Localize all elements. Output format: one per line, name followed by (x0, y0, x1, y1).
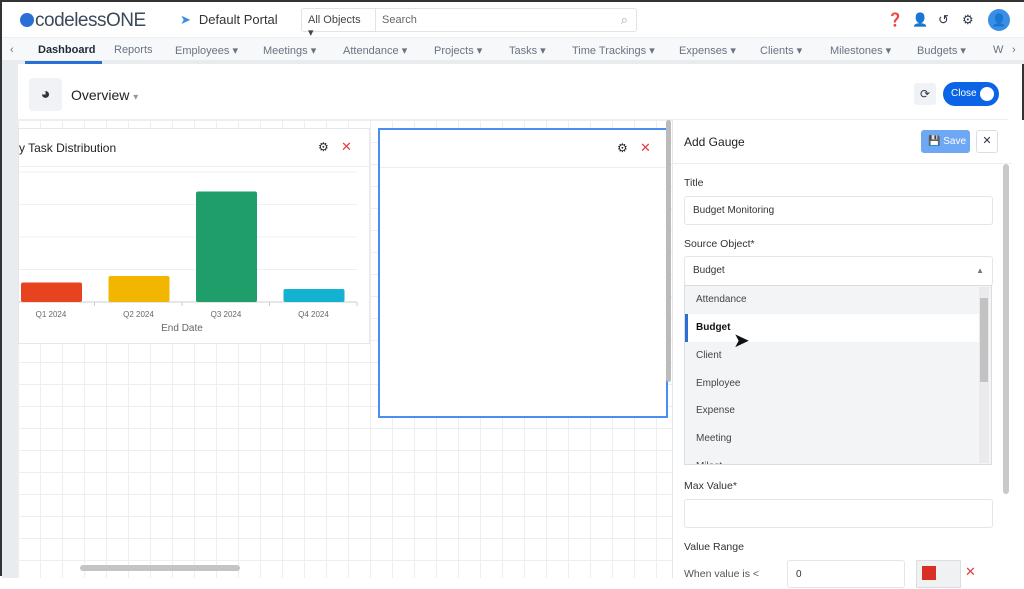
x-tick-label: Q2 2024 (123, 310, 154, 319)
overview-header (18, 68, 1008, 120)
option-employee[interactable]: Employee (685, 370, 980, 398)
tab-time-trackings[interactable]: Time Trackings ▾ (572, 44, 655, 57)
source-object-select[interactable]: Budget ▲ (684, 256, 993, 286)
remove-range-icon[interactable]: ✕ (965, 564, 976, 580)
search-scope-select[interactable]: All Objects ▾ (302, 9, 376, 39)
tab-projects[interactable]: Projects ▾ (434, 44, 482, 57)
bar (21, 282, 82, 302)
option-budget[interactable]: Budget (685, 314, 980, 342)
tab-milestones[interactable]: Milestones ▾ (830, 44, 891, 57)
dropdown-scroll-thumb[interactable] (980, 298, 988, 382)
save-button[interactable]: 💾 Save (921, 130, 970, 153)
refresh-button[interactable]: ⟳ (914, 83, 936, 105)
history-icon[interactable]: ↺ (938, 12, 949, 28)
bar (196, 191, 257, 302)
tab-employees[interactable]: Employees ▾ (175, 44, 238, 57)
tab-meetings[interactable]: Meetings ▾ (263, 44, 316, 57)
x-tick-label: Q1 2024 (36, 310, 67, 319)
max-value-input[interactable] (684, 499, 993, 528)
panel-title: Add Gauge (684, 135, 745, 149)
title-input[interactable]: Budget Monitoring (684, 196, 993, 225)
paper-plane-icon: ➤ (180, 12, 191, 27)
x-tick-label: Q4 2024 (298, 310, 329, 319)
widget-title: y Task Distribution (19, 141, 117, 155)
tab-tasks[interactable]: Tasks ▾ (509, 44, 546, 57)
color-swatch (922, 566, 936, 580)
global-search: All Objects ▾ Search ⌕ (301, 8, 637, 39)
tab-budgets[interactable]: Budgets ▾ (917, 44, 966, 57)
panel-scrollbar[interactable] (1003, 164, 1009, 494)
range-row-label: When value is < (684, 568, 759, 580)
mouse-cursor-icon: ➤ (733, 330, 750, 352)
portal-switcher[interactable]: ➤ Default Portal (180, 12, 278, 28)
source-object-label: Source Object* (684, 238, 755, 250)
close-icon[interactable]: ✕ (341, 139, 352, 155)
tab-reports[interactable]: Reports (114, 44, 153, 56)
option-milestone[interactable]: Milest... (685, 453, 980, 464)
divider (672, 163, 1012, 164)
active-tab-indicator (25, 61, 102, 64)
bar-chart: Q1 2024 Q2 2024 Q3 2024 Q4 2024 End Date (19, 171, 358, 334)
gear-icon[interactable]: ⚙ (318, 140, 329, 154)
close-toggle[interactable]: Close (943, 82, 999, 106)
canvas-horizontal-scrollbar[interactable] (80, 565, 240, 571)
range-color-picker[interactable] (916, 560, 961, 588)
x-axis-label: End Date (161, 323, 203, 334)
tab-more[interactable]: W (993, 44, 1003, 56)
bar (283, 289, 345, 302)
widget-new-gauge: ⚙ ✕ (378, 128, 668, 418)
avatar[interactable]: 👤 (988, 9, 1010, 31)
option-attendance[interactable]: Attendance (685, 286, 980, 314)
logo-icon (20, 13, 34, 27)
tab-attendance[interactable]: Attendance ▾ (343, 44, 407, 57)
bar (108, 276, 170, 302)
tab-clients[interactable]: Clients ▾ (760, 44, 802, 57)
gear-icon[interactable]: ⚙ (617, 141, 628, 155)
save-icon: 💾 (928, 136, 941, 147)
title-label: Title (684, 177, 704, 189)
dashboard-title[interactable]: Overview ▾ (71, 87, 138, 103)
close-icon[interactable]: ✕ (640, 140, 651, 156)
option-expense[interactable]: Expense (685, 397, 980, 425)
option-meeting[interactable]: Meeting (685, 425, 980, 453)
logo[interactable]: codelessONE (20, 10, 146, 32)
nav-bar: ‹ Dashboard Reports Employees ▾ Meetings… (2, 38, 1024, 64)
option-client[interactable]: Client (685, 342, 980, 370)
pie-chart-icon: ◕ (29, 78, 62, 111)
gear-icon[interactable]: ⚙ (962, 12, 974, 28)
add-user-icon[interactable]: 👤 (912, 12, 928, 28)
x-tick-label: Q3 2024 (211, 310, 242, 319)
tab-dashboard[interactable]: Dashboard (38, 44, 95, 56)
panel-close-button[interactable]: ✕ (976, 130, 998, 153)
left-gutter (2, 64, 18, 578)
nav-next-icon[interactable]: › (1012, 44, 1016, 56)
search-input[interactable]: Search (382, 14, 417, 26)
nav-prev-icon[interactable]: ‹ (10, 44, 14, 56)
range-value-input[interactable]: 0 (787, 560, 905, 588)
help-icon[interactable]: ❓ (887, 12, 903, 28)
search-icon[interactable]: ⌕ (621, 12, 628, 28)
tab-expenses[interactable]: Expenses ▾ (679, 44, 736, 57)
max-value-label: Max Value* (684, 480, 737, 492)
value-range-label: Value Range (684, 541, 744, 553)
source-object-dropdown: Attendance Budget Client Employee Expens… (684, 285, 992, 465)
canvas-vertical-scrollbar[interactable] (666, 120, 671, 382)
